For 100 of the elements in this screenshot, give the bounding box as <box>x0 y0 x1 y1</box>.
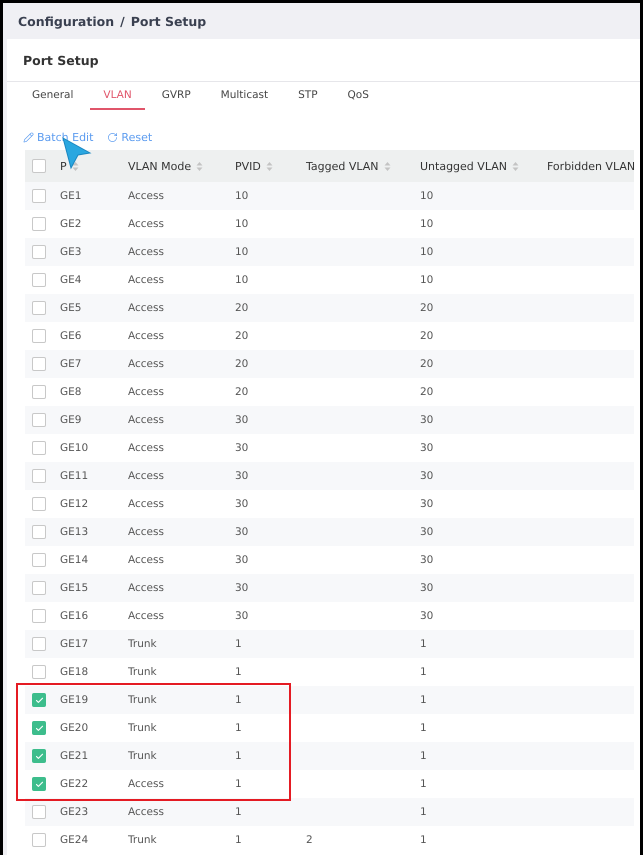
row-checkbox[interactable] <box>32 301 46 315</box>
row-checkbox[interactable] <box>32 833 46 847</box>
table-cell: 1 <box>420 666 427 678</box>
table-cell: 30 <box>235 442 248 454</box>
sort-icon[interactable] <box>384 160 391 172</box>
row-checkbox[interactable] <box>32 749 46 763</box>
table-cell: 1 <box>420 778 427 790</box>
table-cell: 10 <box>235 274 248 286</box>
table-cell: Access <box>128 358 164 370</box>
table-cell: 1 <box>420 694 427 706</box>
row-checkbox[interactable] <box>32 665 46 679</box>
table-cell: 30 <box>235 554 248 566</box>
table-cell: GE3 <box>60 246 82 258</box>
column-header: VLAN Mode <box>128 160 192 172</box>
table-cell: GE1 <box>60 190 82 202</box>
table-cell: Access <box>128 274 164 286</box>
table-cell: GE19 <box>60 694 88 706</box>
row-checkbox[interactable] <box>32 329 46 343</box>
table-cell: Trunk <box>128 666 157 678</box>
row-checkbox[interactable] <box>32 805 46 819</box>
sort-icon[interactable] <box>196 160 204 172</box>
table-cell: 30 <box>420 470 434 482</box>
table-cell: 20 <box>420 358 434 370</box>
row-checkbox[interactable] <box>32 189 46 203</box>
row-checkbox[interactable] <box>32 637 46 651</box>
row-checkbox[interactable] <box>32 245 46 259</box>
row-checkbox[interactable] <box>32 777 46 791</box>
table-cell: 1 <box>235 750 242 762</box>
sort-icon[interactable] <box>266 160 273 172</box>
row-checkbox[interactable] <box>32 357 46 371</box>
table-cell: 10 <box>420 274 434 286</box>
row-checkbox[interactable] <box>32 609 46 623</box>
row-checkbox[interactable] <box>32 497 46 511</box>
sort-icon[interactable] <box>72 160 79 172</box>
table-cell: GE10 <box>60 442 88 454</box>
tab[interactable]: STP <box>285 82 331 110</box>
table-cell: 20 <box>420 386 434 398</box>
check-icon <box>34 752 44 760</box>
column-header: P <box>60 160 67 172</box>
column-header: Forbidden VLAN <box>547 160 636 172</box>
table-cell: Trunk <box>128 722 157 734</box>
table-cell: 10 <box>420 246 434 258</box>
table-cell: GE12 <box>60 498 88 510</box>
tab[interactable]: General <box>19 82 86 110</box>
table-cell: 1 <box>235 722 242 734</box>
table-cell: 20 <box>235 358 248 370</box>
table-cell: 1 <box>420 722 427 734</box>
table-cell: Access <box>128 498 164 510</box>
table-cell: 1 <box>420 750 427 762</box>
check-icon <box>34 696 44 704</box>
table-cell: 10 <box>235 190 248 202</box>
row-checkbox[interactable] <box>32 273 46 287</box>
table-cell: 1 <box>235 638 242 650</box>
row-checkbox[interactable] <box>32 553 46 567</box>
row-checkbox[interactable] <box>32 217 46 231</box>
table-cell: Access <box>128 470 164 482</box>
table-cell: GE11 <box>60 470 88 482</box>
select-all-checkbox[interactable] <box>32 159 46 173</box>
pencil-icon <box>23 132 34 143</box>
row-checkbox[interactable] <box>32 441 46 455</box>
row-checkbox[interactable] <box>32 721 46 735</box>
sort-icon[interactable] <box>512 160 519 172</box>
tab[interactable]: GVRP <box>148 82 204 110</box>
table-cell: 1 <box>235 694 242 706</box>
row-checkbox[interactable] <box>32 385 46 399</box>
row-checkbox[interactable] <box>32 581 46 595</box>
table-cell: GE20 <box>60 722 88 734</box>
row-checkbox[interactable] <box>32 469 46 483</box>
tab[interactable]: VLAN <box>90 82 145 110</box>
table-cell: 10 <box>235 246 248 258</box>
column-header: Tagged VLAN <box>306 160 379 172</box>
refresh-icon <box>107 132 118 143</box>
row-checkbox[interactable] <box>32 413 46 427</box>
table-cell: 30 <box>235 414 248 426</box>
table-cell: 20 <box>235 386 248 398</box>
table-cell: 30 <box>420 498 434 510</box>
row-checkbox[interactable] <box>32 525 46 539</box>
table-cell: 30 <box>420 526 434 538</box>
table-cell: 2 <box>306 834 313 846</box>
table-cell: GE5 <box>60 302 82 314</box>
tab[interactable]: QoS <box>334 82 382 110</box>
breadcrumb-item[interactable]: Configuration <box>18 14 114 28</box>
table-cell: 1 <box>235 778 242 790</box>
table-cell: Access <box>128 246 164 258</box>
table-cell: GE6 <box>60 330 82 342</box>
table-cell: 30 <box>235 582 248 594</box>
row-checkbox[interactable] <box>32 693 46 707</box>
tab[interactable]: Multicast <box>208 82 282 110</box>
table-cell: GE14 <box>60 554 88 566</box>
table-cell: Access <box>128 610 164 622</box>
table-cell: 20 <box>235 330 248 342</box>
table-cell: 10 <box>420 218 434 230</box>
table-cell: 10 <box>420 190 434 202</box>
table-cell: GE13 <box>60 526 88 538</box>
table-cell: 1 <box>420 638 427 650</box>
table-cell: 30 <box>235 498 248 510</box>
table-cell: GE24 <box>60 834 88 846</box>
table-cell: Trunk <box>128 638 157 650</box>
table-cell: Access <box>128 302 164 314</box>
table-cell: Trunk <box>128 750 157 762</box>
